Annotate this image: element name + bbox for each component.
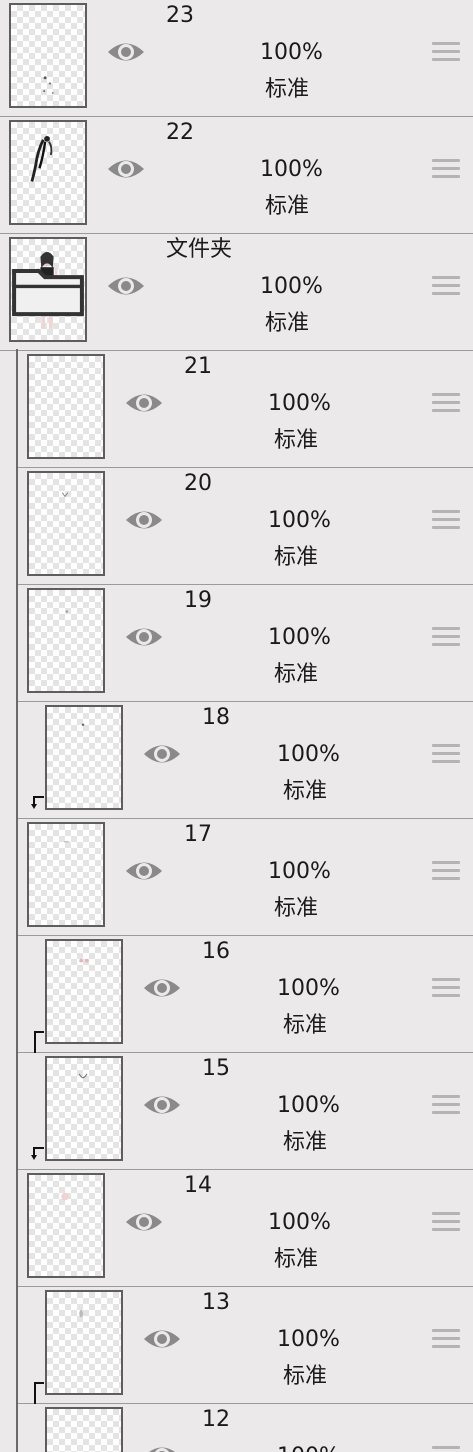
layer-thumbnail [45, 1290, 123, 1395]
layer-thumbnail [45, 705, 123, 810]
drag-handle-icon[interactable] [432, 510, 460, 532]
drag-handle-icon[interactable] [432, 744, 460, 766]
folder-icon [12, 268, 84, 317]
eye-icon[interactable] [124, 1208, 164, 1236]
layer-name[interactable]: 13 [202, 1289, 230, 1317]
layer-opacity[interactable]: 100% [268, 390, 331, 418]
clipping-connector [34, 1031, 44, 1033]
layer-name[interactable]: 12 [202, 1406, 230, 1434]
eye-icon[interactable] [124, 506, 164, 534]
layer-folder-row[interactable]: 文件夹 100% 标准 [0, 234, 473, 351]
layer-thumbnail [9, 237, 87, 342]
eye-icon[interactable] [124, 857, 164, 885]
layer-name[interactable]: 15 [202, 1055, 230, 1083]
layer-opacity[interactable]: 100% [277, 1326, 340, 1354]
layer-name[interactable]: 14 [184, 1172, 212, 1200]
layer-row-clipped[interactable]: 16 100% 标准 [18, 936, 473, 1053]
layer-blend-mode[interactable]: 标准 [274, 427, 318, 455]
layer-row[interactable]: 23 100% 标准 [0, 0, 473, 117]
layer-opacity[interactable]: 100% [268, 858, 331, 886]
drag-handle-icon[interactable] [432, 1095, 460, 1117]
layer-blend-mode[interactable]: 标准 [274, 1246, 318, 1274]
layer-blend-mode[interactable]: 标准 [283, 1012, 327, 1040]
layer-row-clipped[interactable]: 15 100% 标准 [18, 1053, 473, 1170]
layer-row[interactable]: 14 100% 标准 [18, 1170, 473, 1287]
drag-handle-icon[interactable] [432, 627, 460, 649]
drag-handle-icon[interactable] [432, 861, 460, 883]
layer-thumbnail [45, 1407, 123, 1452]
clipping-connector [34, 1382, 44, 1384]
layer-opacity[interactable]: 100% [268, 507, 331, 535]
layer-thumbnail [9, 3, 87, 108]
layer-panel: 23 100% 标准 22 100% 标准 文件夹 100% 标准 21 100… [0, 0, 473, 1452]
eye-icon[interactable] [142, 1325, 182, 1353]
layer-blend-mode[interactable]: 标准 [283, 1363, 327, 1391]
layer-thumbnail [27, 354, 105, 459]
layer-opacity[interactable]: 100% [277, 975, 340, 1003]
layer-blend-mode[interactable]: 标准 [274, 895, 318, 923]
layer-name[interactable]: 21 [184, 353, 212, 381]
layer-opacity[interactable]: 100% [260, 39, 323, 67]
layer-thumbnail [45, 939, 123, 1044]
layer-blend-mode[interactable]: 标准 [265, 193, 309, 221]
drag-handle-icon[interactable] [432, 1446, 460, 1452]
eye-icon[interactable] [142, 740, 182, 768]
eye-icon[interactable] [142, 1091, 182, 1119]
drag-handle-icon[interactable] [432, 1212, 460, 1234]
eye-icon[interactable] [142, 974, 182, 1002]
layer-name[interactable]: 16 [202, 938, 230, 966]
layer-row[interactable]: 21 100% 标准 [18, 351, 473, 468]
layer-name[interactable]: 20 [184, 470, 212, 498]
layer-blend-mode[interactable]: 标准 [265, 76, 309, 104]
layer-opacity[interactable]: 100% [277, 1092, 340, 1120]
eye-icon[interactable] [106, 38, 146, 66]
drag-handle-icon[interactable] [432, 978, 460, 1000]
layer-row-clipped[interactable]: 18 100% 标准 [18, 702, 473, 819]
layer-blend-mode[interactable]: 标准 [283, 1129, 327, 1157]
layer-opacity[interactable]: 100% [277, 1443, 340, 1452]
eye-icon[interactable] [124, 623, 164, 651]
layer-thumbnail [27, 471, 105, 576]
layer-blend-mode[interactable]: 标准 [274, 544, 318, 572]
layer-opacity[interactable]: 100% [268, 624, 331, 652]
layer-name[interactable]: 22 [166, 119, 194, 147]
layer-opacity[interactable]: 100% [260, 156, 323, 184]
layer-row-clipped[interactable]: 13 100% 标准 [18, 1287, 473, 1404]
layer-name[interactable]: 19 [184, 587, 212, 615]
layer-thumbnail [27, 588, 105, 693]
drag-handle-icon[interactable] [432, 159, 460, 181]
eye-icon[interactable] [106, 155, 146, 183]
eye-icon[interactable] [106, 272, 146, 300]
layer-opacity[interactable]: 100% [260, 273, 323, 301]
clipping-arrow-icon [31, 1147, 44, 1160]
layer-name[interactable]: 文件夹 [166, 236, 232, 264]
layer-opacity[interactable]: 100% [268, 1209, 331, 1237]
drag-handle-icon[interactable] [432, 276, 460, 298]
eye-icon[interactable] [142, 1442, 182, 1452]
layer-name[interactable]: 18 [202, 704, 230, 732]
layer-row[interactable]: 20 100% 标准 [18, 468, 473, 585]
layer-blend-mode[interactable]: 标准 [274, 661, 318, 689]
layer-thumbnail [45, 1056, 123, 1161]
layer-row[interactable]: 17 100% 标准 [18, 819, 473, 936]
drag-handle-icon[interactable] [432, 42, 460, 64]
layer-thumbnail [27, 1173, 105, 1278]
layer-row-clipped[interactable]: 12 100% 标准 [18, 1404, 473, 1452]
layer-row[interactable]: 19 100% 标准 [18, 585, 473, 702]
eye-icon[interactable] [124, 389, 164, 417]
drag-handle-icon[interactable] [432, 393, 460, 415]
layer-row[interactable]: 22 100% 标准 [0, 117, 473, 234]
layer-blend-mode[interactable]: 标准 [283, 778, 327, 806]
layer-thumbnail [9, 120, 87, 225]
drag-handle-icon[interactable] [432, 1329, 460, 1351]
layer-name[interactable]: 17 [184, 821, 212, 849]
layer-opacity[interactable]: 100% [277, 741, 340, 769]
layer-name[interactable]: 23 [166, 2, 194, 30]
layer-thumbnail [27, 822, 105, 927]
layer-blend-mode[interactable]: 标准 [265, 310, 309, 338]
clipping-arrow-icon [31, 796, 44, 809]
